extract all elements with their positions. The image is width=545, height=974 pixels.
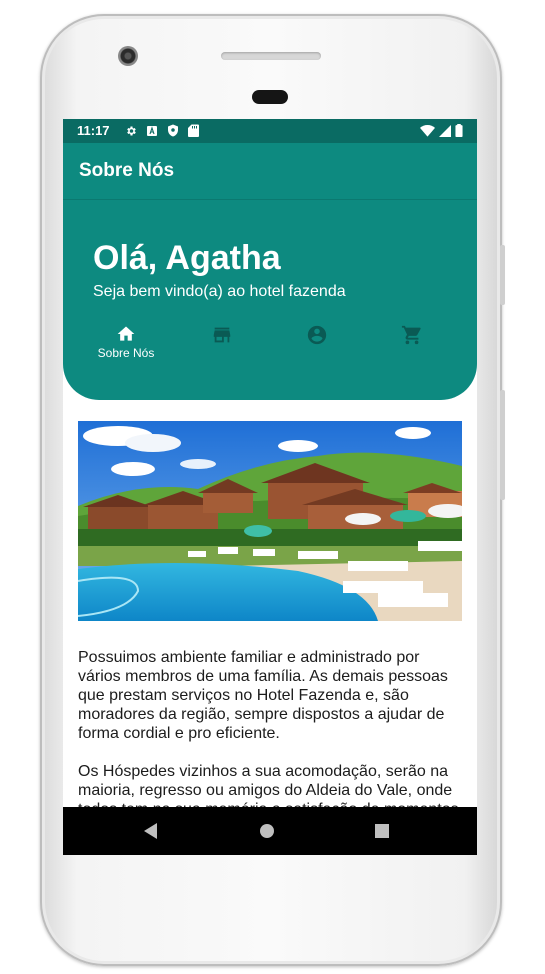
wifi-icon <box>420 124 435 137</box>
nav-item-sobre-nos[interactable]: Sobre Nós <box>78 322 174 370</box>
nav-item-account[interactable] <box>269 322 365 370</box>
nav-label-sobre-nos: Sobre Nós <box>97 346 155 360</box>
about-paragraph-1: Possuimos ambiente familiar e administra… <box>78 649 448 742</box>
greeting-subtitle: Seja bem vindo(a) ao hotel fazenda <box>93 283 346 300</box>
home-icon <box>117 326 135 341</box>
home-button[interactable] <box>255 819 285 843</box>
settings-icon <box>127 126 136 135</box>
device-screen: 11:17 Sobre Nós Olá, Agatha Seja bem vin… <box>63 119 477 855</box>
recents-square-icon <box>375 824 389 838</box>
nav-item-store[interactable] <box>174 322 270 370</box>
font-app-icon <box>147 125 157 136</box>
recents-button[interactable] <box>370 819 400 843</box>
power-button <box>500 390 505 500</box>
greeting-title: Olá, Agatha <box>93 239 281 277</box>
account-circle-icon <box>307 325 327 345</box>
back-triangle-icon <box>144 823 157 839</box>
battery-icon <box>455 124 463 137</box>
status-time: 11:17 <box>77 123 110 138</box>
store-icon <box>213 327 231 343</box>
back-button[interactable] <box>139 819 169 843</box>
shopping-cart-icon <box>401 325 421 345</box>
nav-item-cart[interactable] <box>364 322 460 370</box>
front-camera <box>118 46 138 66</box>
home-circle-icon <box>260 824 274 838</box>
proximity-sensor <box>252 90 288 104</box>
system-nav-bar <box>63 807 477 855</box>
welcome-header: Olá, Agatha Seja bem vindo(a) ao hotel f… <box>63 200 477 400</box>
shield-icon <box>168 124 178 137</box>
section-nav: Sobre Nós <box>63 322 477 372</box>
volume-button <box>500 245 505 305</box>
app-bar-title: Sobre Nós <box>79 160 175 181</box>
hotel-pool-photo <box>78 421 462 621</box>
status-bar: 11:17 <box>63 119 477 143</box>
signal-icon <box>439 124 451 137</box>
app-bar: Sobre Nós <box>63 143 477 200</box>
earpiece-speaker <box>221 52 321 60</box>
sd-card-icon <box>188 124 199 137</box>
